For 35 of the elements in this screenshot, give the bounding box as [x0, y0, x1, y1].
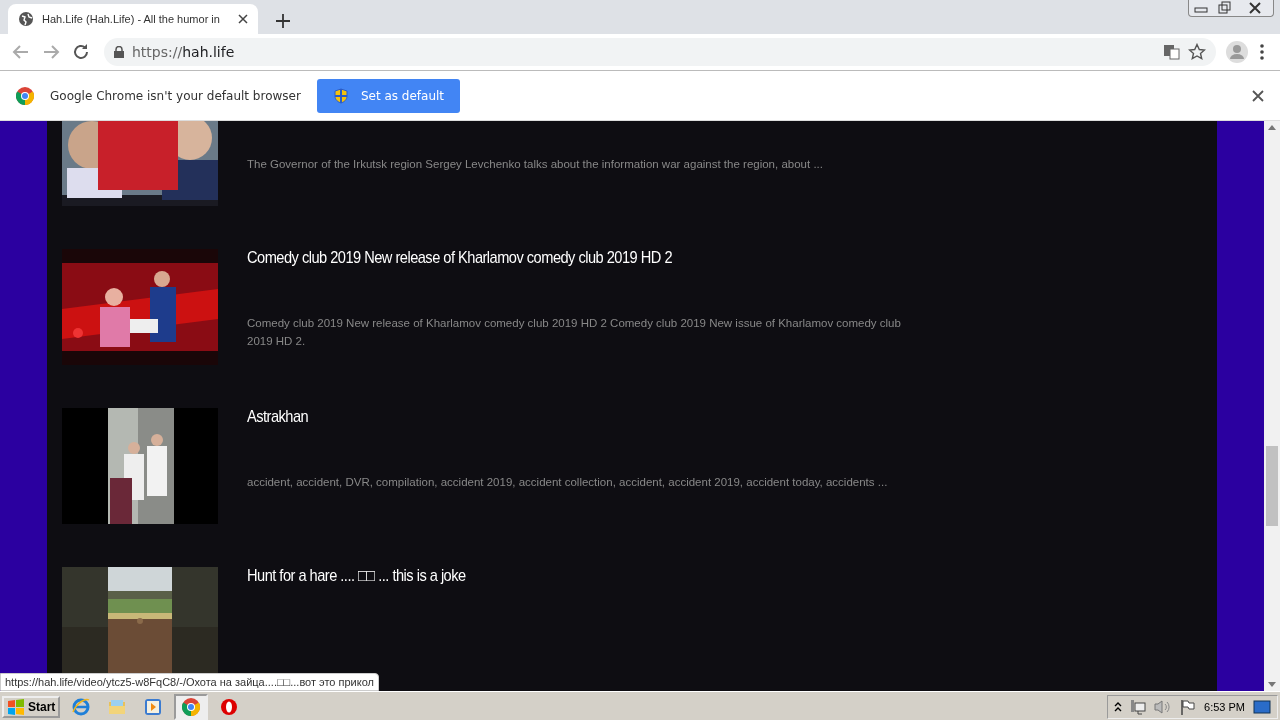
- windows-logo-icon: [7, 698, 25, 715]
- network-icon[interactable]: [1130, 698, 1147, 715]
- video-description: Comedy club 2019 New release of Kharlamov comedy club 2019 HD 2 Comedy club 2019 New issue of Kharlamov comedy club 2019 HD 2.: [247, 316, 902, 349]
- video-title[interactable]: Hunt for a hare .... □□ ... this is a joke: [247, 567, 815, 601]
- star-icon[interactable]: [1188, 43, 1206, 61]
- media-player-icon[interactable]: [144, 697, 163, 716]
- show-desktop-icon[interactable]: [1253, 698, 1271, 715]
- internet-explorer-icon[interactable]: [72, 697, 91, 716]
- scroll-up-icon[interactable]: [1268, 125, 1276, 130]
- video-title[interactable]: Astrakhan: [247, 408, 815, 442]
- video-description: The Governor of the Irkutsk region Sergey Levchenko talks about the information war against the region, about ...: [247, 157, 824, 172]
- chrome-icon[interactable]: [182, 697, 201, 716]
- start-button[interactable]: Start: [2, 695, 61, 718]
- flag-icon[interactable]: [1180, 698, 1197, 715]
- browser-tab[interactable]: Hah.Life (Hah.Life) - All the humor in: [8, 4, 258, 34]
- scrollbar-thumb[interactable]: [1266, 446, 1278, 526]
- scrollbar[interactable]: [1264, 121, 1280, 691]
- chevron-up-icon[interactable]: [1114, 701, 1123, 712]
- close-icon[interactable]: [238, 14, 248, 24]
- clock: 6:53 PM: [1204, 700, 1245, 713]
- video-description: accident, accident, DVR, compilation, accident 2019, accident collection, accident, accident 2019, accident today, accidents ...: [247, 475, 889, 490]
- link-url-tooltip: https://hah.life/video/ytcz5-w8FqC8/-/Охота на зайца....□□...вот это прикол: [0, 673, 379, 691]
- close-icon[interactable]: [1252, 89, 1264, 102]
- scroll-down-icon[interactable]: [1268, 682, 1276, 687]
- video-title[interactable]: Comedy club 2019 New release of Kharlamov comedy club 2019 HD 2: [247, 249, 815, 283]
- url-text: https://hah.life: [132, 44, 235, 60]
- chrome-logo-icon: [16, 86, 34, 105]
- new-tab-icon[interactable]: [276, 14, 290, 28]
- shield-icon: [332, 87, 349, 104]
- set-as-default-button[interactable]: Set as default: [316, 78, 461, 113]
- address-bar[interactable]: https://hah.life: [104, 38, 1216, 66]
- lock-icon: [114, 46, 124, 58]
- globe-icon: [18, 11, 34, 27]
- opera-icon[interactable]: [220, 697, 239, 716]
- infobar-message: Google Chrome isn't your default browser: [50, 88, 301, 103]
